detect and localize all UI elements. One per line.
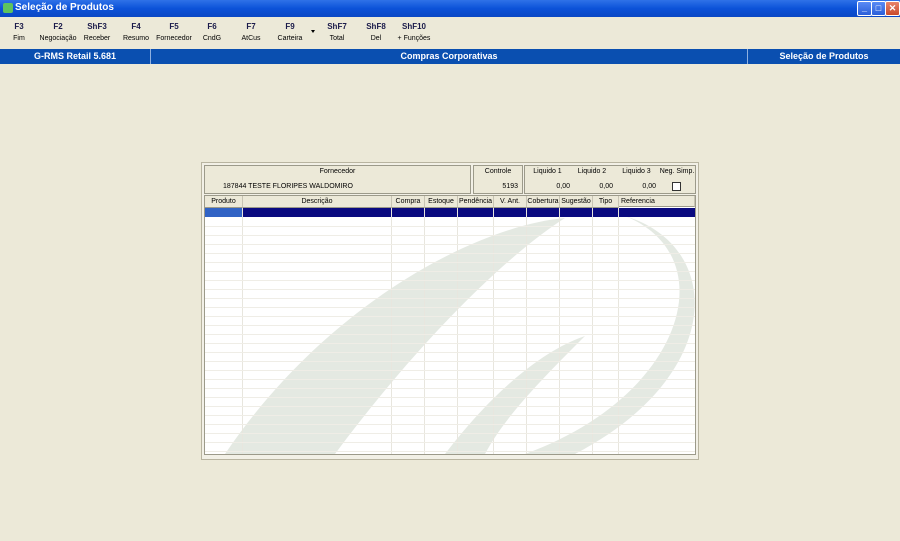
grid-row-line xyxy=(205,424,695,425)
col-cobertura[interactable]: Cobertura xyxy=(527,196,560,208)
products-grid[interactable]: Produto Descrição Compra Estoque Pendênc… xyxy=(204,195,696,455)
controle-value[interactable]: 5193 xyxy=(502,183,518,190)
close-button[interactable]: ✕ xyxy=(885,1,900,16)
grid-row-line xyxy=(205,226,695,227)
status-module: Compras Corporativas xyxy=(400,51,498,61)
col-produto[interactable]: Produto xyxy=(205,196,243,208)
grid-row-line xyxy=(205,289,695,290)
col-tipo[interactable]: Tipo xyxy=(593,196,619,208)
title-bar: Seleção de Produtos _ □ ✕ xyxy=(0,0,900,17)
fornecedor-box: Fornecedor 187844 TESTE FLORIPES WALDOMI… xyxy=(204,165,471,194)
grid-row-line xyxy=(205,334,695,335)
grid-row-line xyxy=(205,361,695,362)
col-v-ant[interactable]: V. Ant. xyxy=(494,196,527,208)
app-icon xyxy=(3,3,13,13)
status-version: G-RMS Retail 5.681 xyxy=(33,51,117,61)
col-referencia[interactable]: Referencia xyxy=(619,196,695,207)
minimize-button[interactable]: _ xyxy=(857,1,872,16)
tool-fim[interactable]: F3 Fim xyxy=(8,22,30,42)
controle-box: Controle 5193 xyxy=(473,165,523,194)
tool-atcus[interactable]: F7 AtCus xyxy=(238,22,264,42)
grid-row-line xyxy=(205,325,695,326)
fornecedor-label: Fornecedor xyxy=(319,168,356,175)
grid-row-line xyxy=(205,235,695,236)
liquido1-label: Liquido 1 xyxy=(533,168,562,175)
tool-funcoes[interactable]: ShF10 + Funções xyxy=(396,22,432,42)
liquido2-label: Liquido 2 xyxy=(577,168,607,175)
tool-cndg[interactable]: F6 CndG xyxy=(200,22,224,42)
tool-resumo[interactable]: F4 Resumo xyxy=(122,22,150,42)
col-descricao[interactable]: Descrição xyxy=(243,196,392,208)
col-sugestao[interactable]: Sugestão xyxy=(560,196,593,208)
liquido1-value[interactable]: 0,00 xyxy=(525,183,570,190)
liquido-box: Liquido 1 Liquido 2 Liquido 3 Neg. Simp.… xyxy=(524,165,696,194)
tool-negociacao[interactable]: F2 Negociação xyxy=(38,22,78,42)
grid-row-line xyxy=(205,253,695,254)
liquido3-value[interactable]: 0,00 xyxy=(614,183,656,190)
grid-row-line xyxy=(205,298,695,299)
grid-row-line xyxy=(205,442,695,443)
grid-row-line xyxy=(205,316,695,317)
grid-row-line xyxy=(205,406,695,407)
grid-row-line xyxy=(205,271,695,272)
window-title: Seleção de Produtos xyxy=(15,2,114,13)
tool-total[interactable]: ShF7 Total xyxy=(324,22,350,42)
col-estoque[interactable]: Estoque xyxy=(425,196,458,208)
grid-row-line xyxy=(205,451,695,452)
status-screen: Seleção de Produtos xyxy=(779,51,869,61)
grid-row-line xyxy=(205,244,695,245)
toolbar: F3 Fim F2 Negociação ShF3 Receber F4 Resumo … xyxy=(0,18,900,48)
grid-row-line xyxy=(205,262,695,263)
neg-simp-checkbox[interactable] xyxy=(672,182,681,191)
tool-carteira[interactable]: F9 Carteira xyxy=(275,22,305,42)
carteira-dropdown-arrow-icon[interactable] xyxy=(311,30,315,33)
tool-fornecedor[interactable]: F5 Fornecedor xyxy=(155,22,193,42)
grid-row-line xyxy=(205,352,695,353)
maximize-button[interactable]: □ xyxy=(871,1,886,16)
tool-receber[interactable]: ShF3 Receber xyxy=(83,22,111,42)
negsimp-label: Neg. Simp. xyxy=(659,168,695,175)
grid-row-line xyxy=(205,307,695,308)
grid-row-line xyxy=(205,280,695,281)
controle-label: Controle xyxy=(484,168,512,175)
grid-row-line xyxy=(205,370,695,371)
col-pendencia[interactable]: Pendência xyxy=(458,196,494,208)
grid-row-line xyxy=(205,388,695,389)
selected-cell[interactable] xyxy=(205,208,242,217)
grid-row-line xyxy=(205,397,695,398)
grid-row-line xyxy=(205,379,695,380)
grid-row-line xyxy=(205,415,695,416)
fornecedor-value[interactable]: 187844 TESTE FLORIPES WALDOMIRO xyxy=(223,183,353,190)
liquido2-value[interactable]: 0,00 xyxy=(571,183,613,190)
selected-row[interactable] xyxy=(205,208,695,217)
col-compra[interactable]: Compra xyxy=(392,196,425,208)
liquido3-label: Liquido 3 xyxy=(622,168,651,175)
grid-row-line xyxy=(205,433,695,434)
tool-del[interactable]: ShF8 Del xyxy=(364,22,388,42)
grid-row-line xyxy=(205,343,695,344)
status-bar: G-RMS Retail 5.681 Compras Corporativas … xyxy=(0,49,900,64)
